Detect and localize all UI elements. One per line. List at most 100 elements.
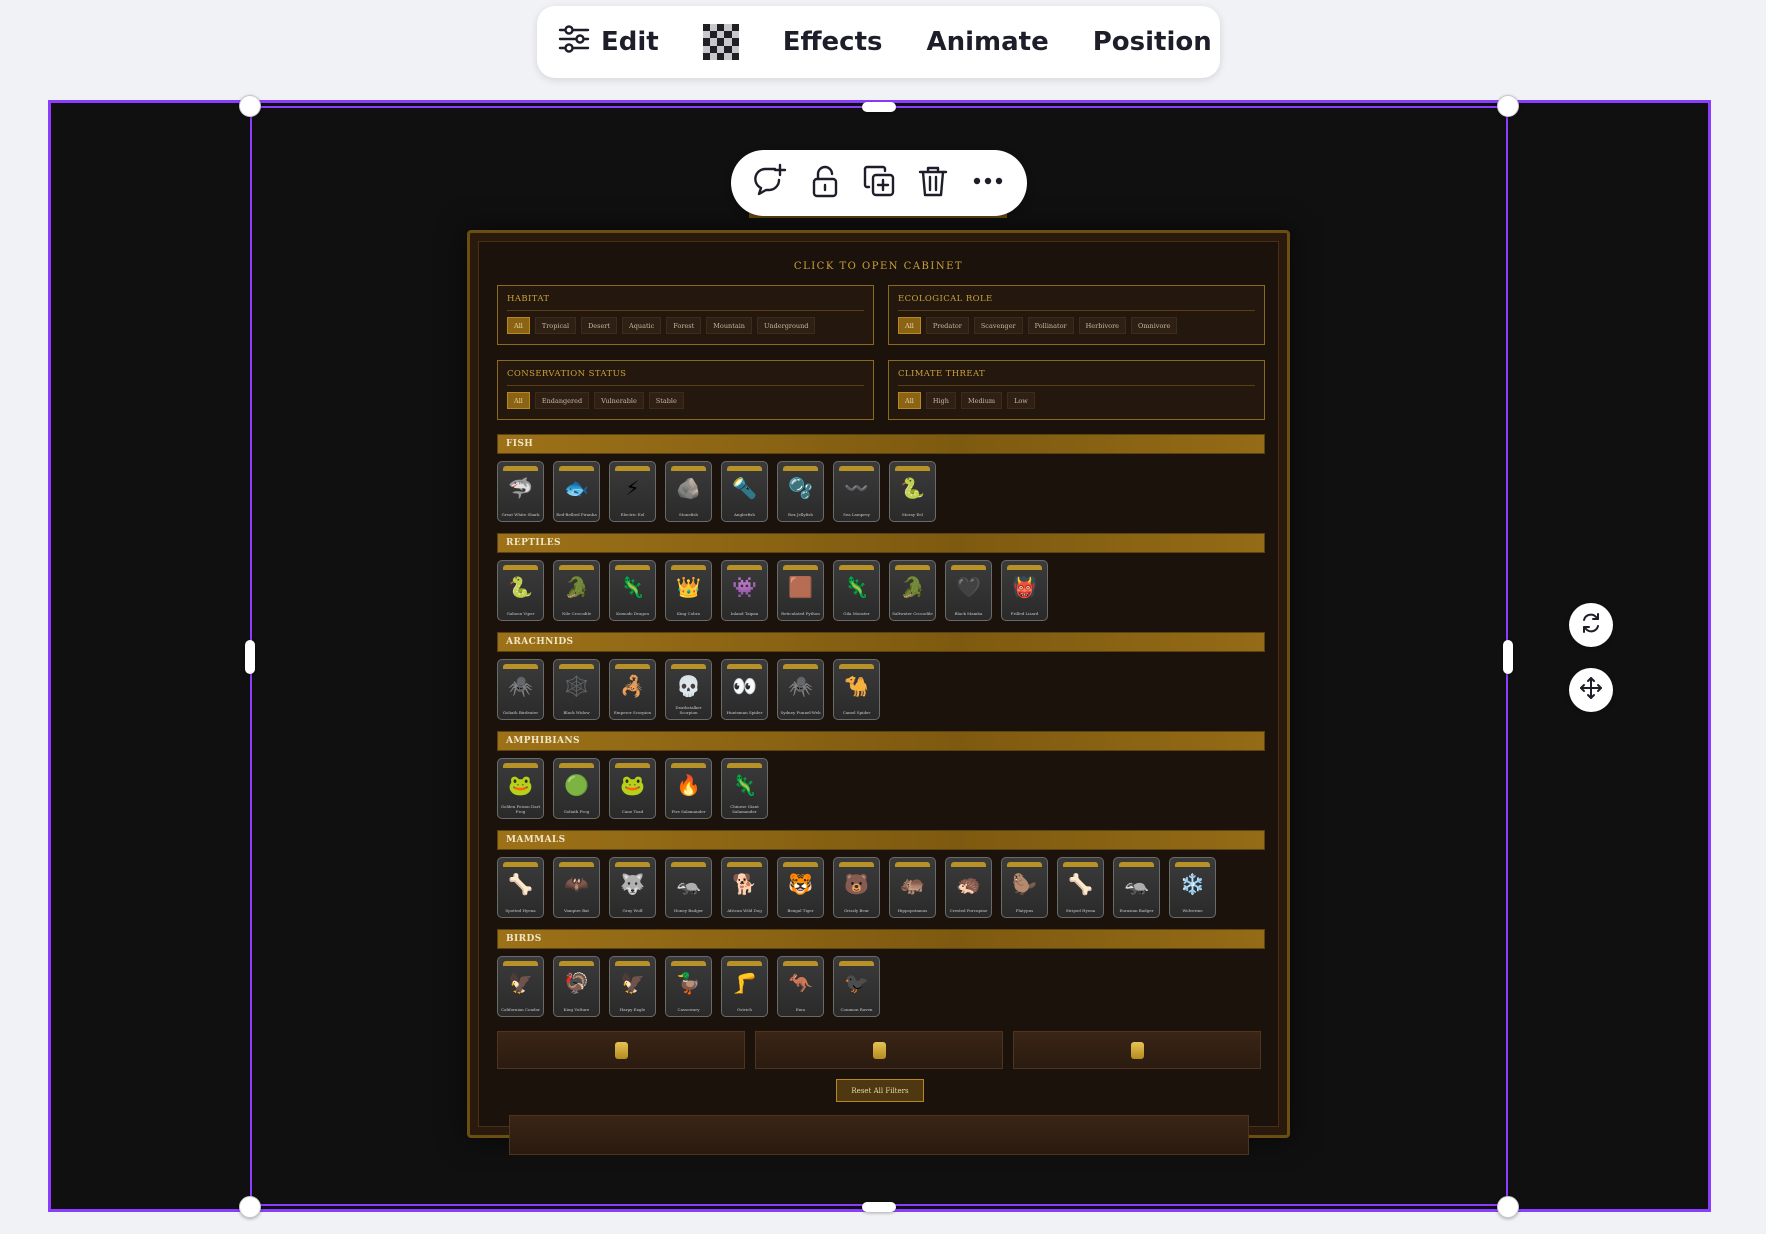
resize-handle-top[interactable] (862, 102, 896, 112)
animal-card[interactable]: 🦃 King Vulture (553, 956, 600, 1017)
move-button[interactable] (1569, 668, 1613, 712)
animal-card[interactable]: 🦘 Emu (777, 956, 824, 1017)
animal-icon: 🦅 (508, 971, 533, 995)
animal-card[interactable]: 🖤 Black Mamba (945, 560, 992, 621)
filter-option[interactable]: Desert (581, 317, 618, 334)
animal-card[interactable]: 🦅 Californian Condor (497, 956, 544, 1017)
animal-card[interactable]: 🐺 Gray Wolf (609, 857, 656, 918)
animal-card[interactable]: 👑 King Cobra (665, 560, 712, 621)
cabinet-title[interactable]: CLICK TO OPEN CABINET (470, 261, 1287, 272)
resize-handle-right[interactable] (1503, 640, 1513, 674)
filter-option[interactable]: Mountain (706, 317, 752, 334)
animal-card[interactable]: 🐦‍⬛ Common Raven (833, 956, 880, 1017)
edit-button[interactable]: Edit (557, 6, 673, 78)
animal-card[interactable]: 🦡 Honey Badger (665, 857, 712, 918)
more-button[interactable] (966, 161, 1010, 205)
filter-option[interactable]: Herbivore (1078, 317, 1127, 334)
transparency-button[interactable] (689, 6, 753, 78)
animal-card[interactable]: 🐻 Grizzly Bear (833, 857, 880, 918)
animal-card[interactable]: 🔥 Fire Salamander (665, 758, 712, 819)
animal-card[interactable]: 🐪 Camel Spider (833, 659, 880, 720)
filter-option[interactable]: Underground (756, 317, 816, 334)
animal-card[interactable]: 🦫 Platypus (1001, 857, 1048, 918)
animal-card[interactable]: 🦈 Great White Shark (497, 461, 544, 522)
animal-card[interactable]: 🦆 Cassowary (665, 956, 712, 1017)
animal-card[interactable]: 👀 Huntsman Spider (721, 659, 768, 720)
resize-handle-bottom[interactable] (862, 1202, 896, 1212)
animal-card[interactable]: 🕷️ Goliath Birdeater (497, 659, 544, 720)
animal-card[interactable]: 🐕 African Wild Dog (721, 857, 768, 918)
animal-card[interactable]: 🫧 Box Jellyfish (777, 461, 824, 522)
filter-option[interactable]: Stable (648, 392, 684, 409)
filter-option[interactable]: Aquatic (622, 317, 662, 334)
delete-button[interactable] (911, 161, 955, 205)
filter-option[interactable]: Vulnerable (594, 392, 644, 409)
animal-card[interactable]: 👹 Frilled Lizard (1001, 560, 1048, 621)
animal-card[interactable]: 🦎 Gila Monster (833, 560, 880, 621)
effects-button[interactable]: Effects (769, 6, 897, 78)
animal-card[interactable]: 🐊 Saltwater Crocodile (889, 560, 936, 621)
animal-card[interactable]: 🦅 Harpy Eagle (609, 956, 656, 1017)
animal-card[interactable]: 🦴 Striped Hyena (1057, 857, 1104, 918)
resize-handle-top-right[interactable] (1497, 95, 1519, 117)
rotate-button[interactable] (1569, 603, 1613, 647)
position-button[interactable]: Position (1079, 6, 1226, 78)
animal-card[interactable]: 🦎 Komodo Dragon (609, 560, 656, 621)
filter-option[interactable]: All (507, 317, 530, 334)
animate-button[interactable]: Animate (913, 6, 1063, 78)
resize-handle-bottom-right[interactable] (1497, 1196, 1519, 1218)
lock-button[interactable] (803, 161, 847, 205)
animal-card[interactable]: 🐸 Golden Poison Dart Frog (497, 758, 544, 819)
animal-name: Hippopotamus (897, 908, 928, 913)
resize-handle-left[interactable] (245, 640, 255, 674)
filter-option[interactable]: Low (1007, 392, 1035, 409)
filter-option[interactable]: High (925, 392, 956, 409)
drawer-right[interactable] (1013, 1031, 1261, 1069)
animal-card[interactable]: 🔦 Anglerfish (721, 461, 768, 522)
filter-option[interactable]: Pollinator (1027, 317, 1074, 334)
animal-card[interactable]: 🦛 Hippopotamus (889, 857, 936, 918)
filter-option[interactable]: Medium (960, 392, 1003, 409)
animal-card[interactable]: 🐍 Gaboon Viper (497, 560, 544, 621)
filter-option[interactable]: All (898, 317, 921, 334)
animal-card[interactable]: 🐍 Moray Eel (889, 461, 936, 522)
filter-option[interactable]: Predator (925, 317, 969, 334)
animal-card[interactable]: 🦵 Ostrich (721, 956, 768, 1017)
animal-card[interactable]: 🕷️ Sydney Funnel-Web (777, 659, 824, 720)
animal-card[interactable]: 🟢 Goliath Frog (553, 758, 600, 819)
filter-option[interactable]: Tropical (534, 317, 577, 334)
drawer-left[interactable] (497, 1031, 745, 1069)
animal-card[interactable]: 🕸️ Black Widow (553, 659, 600, 720)
filter-option[interactable]: Endangered (534, 392, 590, 409)
animal-card[interactable]: 〰️ Sea Lamprey (833, 461, 880, 522)
animal-card[interactable]: 🐯 Bengal Tiger (777, 857, 824, 918)
filter-option[interactable]: All (898, 392, 921, 409)
resize-handle-bottom-left[interactable] (239, 1196, 261, 1218)
animal-card[interactable]: 🐟 Red-Bellied Piranha (553, 461, 600, 522)
duplicate-button[interactable] (857, 161, 901, 205)
animal-card[interactable]: 🐸 Cane Toad (609, 758, 656, 819)
animal-card[interactable]: ❄️ Wolverine (1169, 857, 1216, 918)
reset-filters-button[interactable]: Reset All Filters (836, 1079, 924, 1102)
resize-handle-top-left[interactable] (239, 95, 261, 117)
animal-card[interactable]: 👾 Inland Taipan (721, 560, 768, 621)
animal-card[interactable]: ⚡ Electric Eel (609, 461, 656, 522)
filter-divider (507, 310, 864, 311)
filter-option[interactable]: Forest (666, 317, 702, 334)
add-comment-button[interactable] (748, 161, 792, 205)
drawer-middle[interactable] (755, 1031, 1003, 1069)
animal-card[interactable]: 🦇 Vampire Bat (553, 857, 600, 918)
animal-card[interactable]: 🐊 Nile Crocodile (553, 560, 600, 621)
animal-card[interactable]: 🪨 Stonefish (665, 461, 712, 522)
animal-card[interactable]: 🟫 Reticulated Python (777, 560, 824, 621)
filter-group: HABITAT All Tropical Desert Aquatic Forest Mou… (497, 285, 874, 345)
filter-option[interactable]: Omnivore (1131, 317, 1178, 334)
animal-card[interactable]: 🦔 Crested Porcupine (945, 857, 992, 918)
animal-card[interactable]: 🦂 Emperor Scorpion (609, 659, 656, 720)
animal-card[interactable]: 💀 Deathstalker Scorpion (665, 659, 712, 720)
filter-option[interactable]: All (507, 392, 530, 409)
animal-card[interactable]: 🦎 Chinese Giant Salamander (721, 758, 768, 819)
filter-option[interactable]: Scavenger (973, 317, 1023, 334)
animal-card[interactable]: 🦡 Eurasian Badger (1113, 857, 1160, 918)
animal-card[interactable]: 🦴 Spotted Hyena (497, 857, 544, 918)
